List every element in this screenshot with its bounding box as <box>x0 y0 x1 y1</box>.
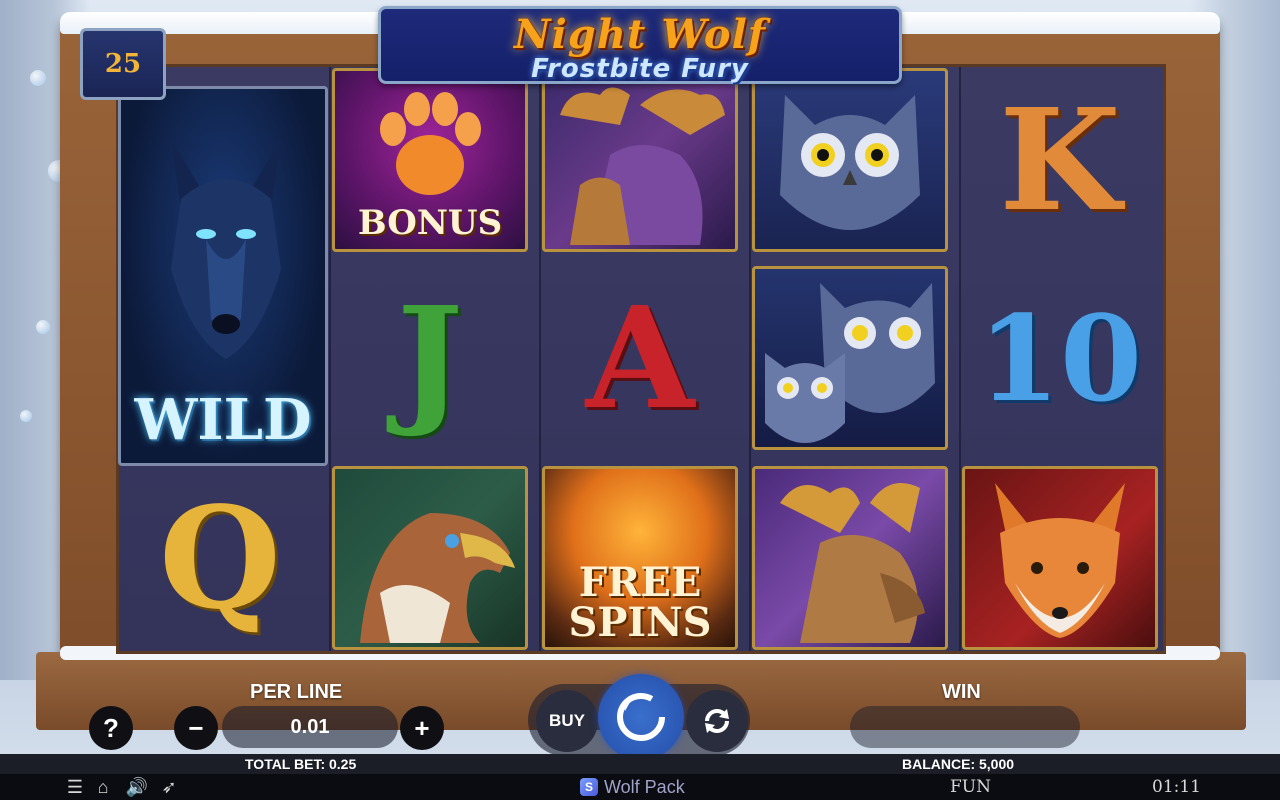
autoplay-button[interactable] <box>686 690 748 752</box>
free-label: FREE <box>578 559 702 606</box>
owl-icon <box>780 95 920 230</box>
snowflake <box>36 320 50 334</box>
win-label: WIN <box>942 681 981 703</box>
turbo-icon[interactable]: ➶ <box>158 776 180 798</box>
logo-subtitle: Frostbite Fury <box>531 54 749 84</box>
paw-icon <box>380 92 481 195</box>
game-logo: Night Wolf Frostbite Fury <box>378 6 902 84</box>
snowflake <box>30 70 46 86</box>
game-screen: WILD BONUS J A FREE SPINS K 10 Q Night W… <box>0 0 1280 800</box>
info-strip <box>0 754 1280 774</box>
bet-increase-button[interactable]: + <box>400 706 444 750</box>
symbol-owl-pair <box>752 266 948 450</box>
moose-icon <box>780 483 925 643</box>
symbol-fox <box>962 466 1158 650</box>
mode-text: FUN <box>950 777 991 797</box>
reel-divider <box>539 67 541 651</box>
autoplay-icon <box>705 709 729 733</box>
sound-icon[interactable]: 🔊 <box>126 776 148 798</box>
reel-divider <box>749 67 751 651</box>
help-button[interactable]: ? <box>89 706 133 750</box>
snowflake <box>20 410 32 422</box>
spins-label: SPINS <box>568 599 712 646</box>
paylines-badge: 25 <box>80 28 166 100</box>
symbol-ten: 10 <box>962 266 1158 452</box>
symbol-bonus-paw: BONUS <box>332 68 528 252</box>
spin-button[interactable] <box>598 674 684 760</box>
logo-title: Night Wolf <box>514 11 766 58</box>
bet-per-line-value: 0.01 <box>222 706 398 748</box>
symbol-owl <box>752 68 948 252</box>
moose-icon <box>560 87 725 245</box>
bonus-label: BONUS <box>357 203 503 243</box>
spin-icon <box>617 693 665 741</box>
per-line-label: PER LINE <box>250 681 343 703</box>
owls-icon <box>765 283 935 443</box>
menu-icon[interactable]: ☰ <box>64 776 86 798</box>
wolf-icon <box>171 139 281 359</box>
win-value <box>850 706 1080 748</box>
brand-name: Wolf Pack <box>604 776 685 797</box>
brand-logo-icon: S <box>580 778 598 796</box>
balance-text: BALANCE: 5,000 <box>902 756 1015 772</box>
symbol-eagle <box>332 466 528 650</box>
letter-a: A <box>585 277 695 441</box>
symbol-k: K <box>962 68 1158 254</box>
symbol-moose-pair <box>542 68 738 252</box>
eagle-icon <box>360 513 515 643</box>
total-bet-text: TOTAL BET: 0.25 <box>245 756 357 772</box>
letter-j: J <box>396 277 464 441</box>
letter-q: Q <box>159 477 281 641</box>
symbol-free-spins: FREE SPINS <box>542 466 738 650</box>
bet-decrease-button[interactable]: − <box>174 706 218 750</box>
clock-text: 01:11 <box>1152 777 1201 797</box>
brand: S Wolf Pack <box>580 775 685 799</box>
buy-feature-button[interactable]: BUY <box>536 690 598 752</box>
fox-icon <box>995 483 1125 638</box>
reel-divider <box>329 67 331 651</box>
letter-ten: 10 <box>977 289 1143 428</box>
symbol-a: A <box>542 266 738 452</box>
reel-divider <box>959 67 961 651</box>
symbol-moose <box>752 466 948 650</box>
wild-label: WILD <box>134 387 312 453</box>
letter-k: K <box>999 79 1121 243</box>
home-icon[interactable]: ⌂ <box>92 776 114 798</box>
symbol-q: Q <box>122 466 318 652</box>
symbol-j: J <box>332 266 528 452</box>
symbol-wild-wolf: WILD <box>118 86 328 466</box>
free-spins-label: FREE SPINS <box>545 563 735 643</box>
